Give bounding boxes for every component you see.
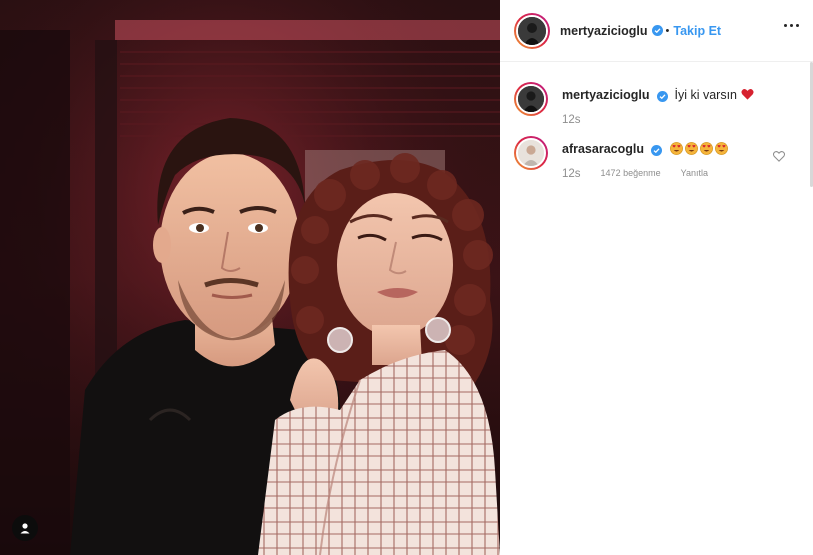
- caption-text: İyi ki varsın: [674, 88, 738, 102]
- heart-eyes-emoji-icon: [685, 142, 698, 155]
- red-heart-icon: [740, 89, 754, 100]
- comment-item: afrasaracoglu 12s 1472 beğenme Yanıtla: [514, 136, 730, 180]
- caption-body: mertyazicioglu İyi ki varsın 12s: [562, 82, 756, 126]
- post-header: mertyazicioglu • Takip Et: [500, 0, 813, 62]
- comment-likes[interactable]: 1472 beğenme: [601, 168, 661, 180]
- more-horizontal-icon[interactable]: [784, 24, 799, 27]
- post-photo-image: [0, 0, 500, 555]
- author-info: mertyazicioglu • Takip Et: [560, 24, 721, 38]
- caption-time[interactable]: 12s: [562, 114, 581, 126]
- heart-outline-icon: [772, 151, 786, 162]
- caption-avatar[interactable]: [514, 82, 548, 116]
- caption-avatar-image: [518, 86, 544, 112]
- comment-emojis: [670, 142, 730, 156]
- verified-badge-icon: [651, 145, 663, 156]
- verified-badge-icon: [657, 91, 669, 102]
- comment-time[interactable]: 12s: [562, 168, 581, 180]
- post-photo[interactable]: [0, 0, 500, 555]
- author-avatar-image: [518, 16, 546, 45]
- header-separator: •: [665, 24, 670, 37]
- commenter-avatar[interactable]: [514, 136, 548, 170]
- author-avatar[interactable]: [514, 12, 550, 49]
- follow-button[interactable]: Takip Et: [673, 24, 721, 38]
- comment-like-button[interactable]: [772, 149, 786, 167]
- commenter-username[interactable]: afrasaracoglu: [562, 142, 644, 156]
- heart-eyes-emoji-icon: [715, 142, 728, 155]
- user-tag-icon: [20, 523, 30, 534]
- verified-badge-icon: [651, 25, 663, 36]
- caption-comment: mertyazicioglu İyi ki varsın 12s: [514, 82, 756, 126]
- commenter-avatar-image: [518, 140, 544, 166]
- heart-eyes-emoji-icon: [670, 142, 683, 155]
- author-username[interactable]: mertyazicioglu: [560, 24, 648, 38]
- caption-meta: 12s: [562, 114, 756, 126]
- comment-meta: 12s 1472 beğenme Yanıtla: [562, 168, 730, 180]
- heart-eyes-emoji-icon: [700, 142, 713, 155]
- post-sidebar: mertyazicioglu • Takip Et mertyazicioglu…: [500, 0, 813, 555]
- comment-body: afrasaracoglu 12s 1472 beğenme Yanıtla: [562, 136, 730, 180]
- tagged-users-button[interactable]: [12, 515, 38, 541]
- caption-username[interactable]: mertyazicioglu: [562, 88, 650, 102]
- reply-button[interactable]: Yanıtla: [681, 168, 708, 180]
